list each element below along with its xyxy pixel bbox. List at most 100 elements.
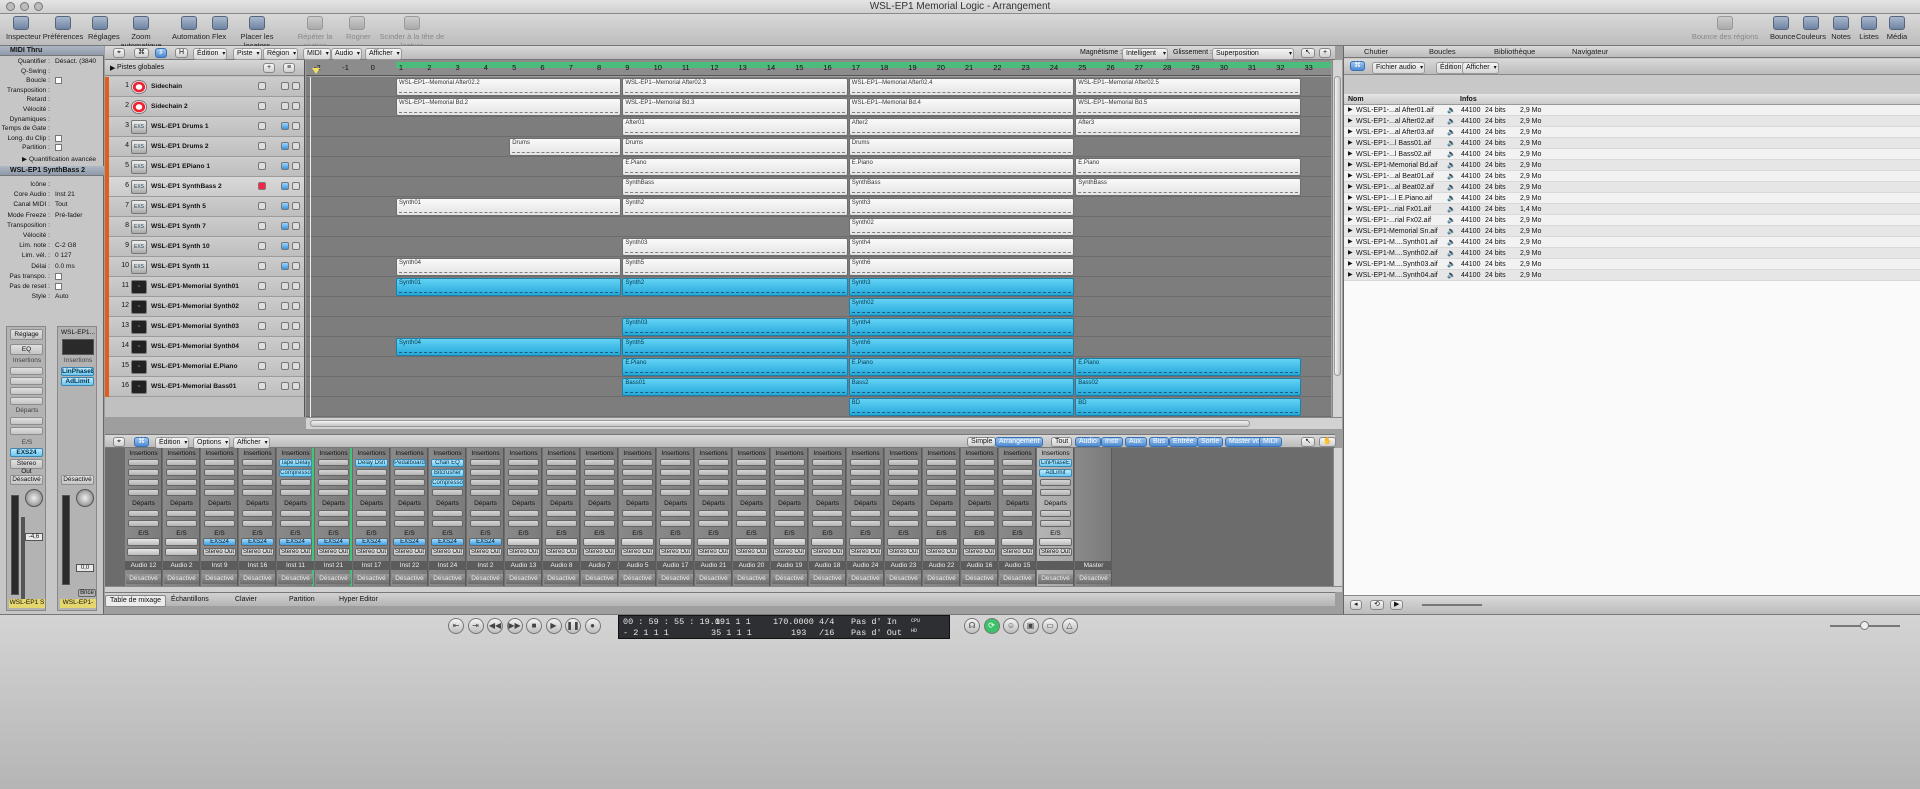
mute-button[interactable] [281, 222, 289, 230]
send-slot[interactable] [850, 520, 881, 527]
flex-icon[interactable]: H [175, 48, 189, 58]
send-slot[interactable] [774, 510, 805, 517]
insert-slot[interactable] [964, 469, 995, 476]
mute-button[interactable] [281, 202, 289, 210]
insert-slot[interactable] [242, 459, 273, 466]
send-slot[interactable] [204, 510, 235, 517]
send-slot[interactable] [394, 510, 425, 517]
bin-file-row[interactable]: ▶ WSL-EP1-M....Synth01.aif 🔈 44100 24 bits 2,… [1344, 237, 1920, 248]
instrument-slot[interactable]: EXS24 [203, 538, 236, 546]
mute-button[interactable] [281, 242, 289, 250]
track-header-row[interactable]: 11 ~ WSL-EP1-Memorial Synth01 [105, 277, 304, 297]
record-enable-button[interactable] [258, 82, 266, 90]
insert-slot[interactable] [242, 489, 273, 496]
record-enable-button[interactable] [258, 322, 266, 330]
toolbar-8-button[interactable]: Répéter la section [288, 16, 342, 50]
speaker-icon[interactable]: 🔈 [1447, 215, 1456, 226]
record-enable-button[interactable] [258, 242, 266, 250]
param-value[interactable]: 0.0 ms [55, 262, 75, 271]
automation-mode[interactable]: Désactivé [1076, 574, 1111, 584]
mixer-vertical-scrollbar[interactable] [1333, 448, 1342, 586]
toolbar-3-button[interactable]: Réglages [88, 16, 120, 41]
bin-menu-3[interactable]: Afficher [1462, 62, 1499, 74]
insert-slot[interactable] [204, 489, 235, 496]
send-slot[interactable] [10, 427, 43, 435]
arrange-region[interactable]: Synth01 [396, 278, 622, 296]
speaker-icon[interactable]: 🔈 [1447, 127, 1456, 138]
arrange-region[interactable]: Synth03 [622, 318, 848, 336]
solo-button[interactable] [292, 262, 300, 270]
arrange-region[interactable]: WSL-EP1--Memorial Bd.3 [622, 98, 848, 116]
track-lane[interactable] [306, 297, 1331, 317]
insert-slot[interactable] [394, 489, 425, 496]
insert-slot[interactable] [926, 479, 957, 486]
arrange-region[interactable]: After01 [622, 118, 848, 136]
checkbox[interactable] [55, 134, 62, 142]
mute-button[interactable] [281, 282, 289, 290]
arrange-region[interactable]: SynthBass [622, 178, 848, 196]
track-header-row[interactable]: 2 Sidechain 2 [105, 97, 304, 117]
output-slot[interactable]: Stereo Out [317, 548, 350, 556]
pan-knob[interactable] [76, 489, 94, 507]
insert-slot[interactable] [888, 459, 919, 466]
track-header-row[interactable]: 5 EXS WSL-EP1 EPiano 1 [105, 157, 304, 177]
insert-slot[interactable] [470, 469, 501, 476]
insert-slot[interactable] [546, 479, 577, 486]
send-slot[interactable] [812, 510, 843, 517]
solo-button[interactable] [292, 322, 300, 330]
toolbar-1-button[interactable]: Inspecteur [6, 16, 41, 41]
send-slot[interactable] [888, 510, 919, 517]
record-enable-button[interactable] [258, 162, 266, 170]
insert-slot[interactable] [850, 469, 881, 476]
play-icon[interactable]: ▶ [545, 618, 562, 634]
insert-slot[interactable] [888, 489, 919, 496]
col-name-header[interactable]: Nom [1348, 94, 1364, 105]
mute-button[interactable] [281, 322, 289, 330]
speaker-icon[interactable]: 🔈 [1447, 105, 1456, 116]
solo-button[interactable] [292, 342, 300, 350]
browser-tab-4[interactable]: Navigateur [1572, 47, 1608, 56]
bin-file-row[interactable]: ▶ WSL-EP1-...rial Fx01.aif 🔈 44100 24 bits 1,… [1344, 204, 1920, 215]
insert-slot[interactable] [508, 479, 539, 486]
disclosure-triangle-icon[interactable]: ▶ [110, 64, 115, 72]
insert-plugin[interactable]: AdLimit [1039, 469, 1072, 477]
mute-button[interactable] [281, 262, 289, 270]
toolbar-right-5-button[interactable]: Listes [1856, 16, 1882, 41]
insert-slot[interactable] [356, 489, 387, 496]
arrange-region[interactable]: WSL-EP1--Memorial After02.4 [848, 78, 1075, 96]
bin-file-row[interactable]: ▶ WSL-EP1-...l E.Piano.aif 🔈 44100 24 bits 2,… [1344, 193, 1920, 204]
send-slot[interactable] [964, 520, 995, 527]
exs24-plugin[interactable]: EXS24 [10, 448, 43, 457]
insert-slot[interactable] [926, 469, 957, 476]
transport-lcd[interactable]: 00 : 59 : 55 : 19.09 - 2 1 1 1 1 1 1 1 3… [618, 615, 950, 639]
toolbar-9-button[interactable]: Rogner [346, 16, 371, 41]
track-header-row[interactable]: 3 EXS WSL-EP1 Drums 1 [105, 117, 304, 137]
insert-slot[interactable] [1002, 459, 1033, 466]
arrange-region[interactable]: WSL-EP1--Memorial After02.3 [622, 78, 848, 96]
toolbar-right-2-button[interactable]: Bounce [1770, 16, 1795, 41]
insert-slot[interactable] [964, 459, 995, 466]
insert-slot[interactable] [964, 489, 995, 496]
arrange-region[interactable]: SynthBass [1075, 178, 1301, 196]
insert-plugin[interactable]: Compresso [431, 479, 464, 487]
arrange-region[interactable]: Synth4 [848, 238, 1075, 256]
solo-button[interactable] [292, 362, 300, 370]
output-slot[interactable]: Stereo Out [849, 548, 882, 556]
output-slot[interactable]: Stereo Out [583, 548, 616, 556]
arrange-region[interactable]: Synth2 [622, 278, 848, 296]
insert-plugin[interactable]: Chan EQ [431, 459, 464, 467]
output-slot[interactable]: Stereo Out [1001, 548, 1034, 556]
mixer-filter-4[interactable]: Bus [1149, 437, 1170, 447]
send-slot[interactable] [1040, 520, 1071, 527]
prev-icon[interactable]: ◂ [1350, 600, 1362, 610]
arrange-region[interactable]: Drums [509, 138, 622, 156]
insert-slot[interactable] [470, 479, 501, 486]
send-slot[interactable] [10, 417, 43, 425]
output-slot[interactable]: Stereo Out [811, 548, 844, 556]
automation-mode[interactable]: Désactivé [164, 574, 199, 584]
arrange-area[interactable]: WSL-EP1--Memorial After02.2 WSL-EP1--Memo… [306, 77, 1331, 417]
arrange-region[interactable]: E.Piano [622, 158, 848, 176]
insert-slot[interactable] [128, 489, 159, 496]
instrument-slot[interactable]: EXS24 [241, 538, 274, 546]
send-slot[interactable] [926, 510, 957, 517]
